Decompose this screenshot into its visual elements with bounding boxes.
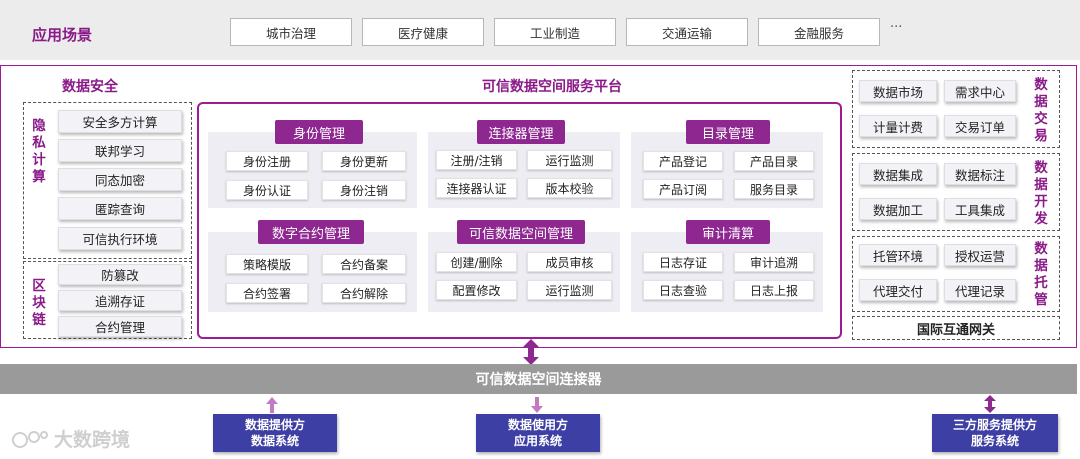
watermark-text: 大数跨境 <box>54 429 131 451</box>
third-party-double-arrow <box>984 395 996 413</box>
audit-trace[interactable]: 审计追溯 <box>734 252 814 272</box>
module-audit <box>631 232 823 312</box>
module-contract-title: 数字合约管理 <box>258 220 364 244</box>
audit-log-report[interactable]: 日志上报 <box>734 280 814 300</box>
connector-auth[interactable]: 连接器认证 <box>436 178 517 198</box>
identity-cancel[interactable]: 身份注销 <box>322 180 406 200</box>
audit-log-check[interactable]: 日志查验 <box>643 280 723 300</box>
module-identity-title: 身份管理 <box>275 120 363 144</box>
scenario-more: ··· <box>890 20 903 35</box>
hosting-item-env[interactable]: 托管环境 <box>859 244 937 266</box>
catalog-product-list[interactable]: 产品目录 <box>734 151 814 171</box>
contract-policy-template[interactable]: 策略模版 <box>226 254 308 274</box>
contract-filing[interactable]: 合约备案 <box>322 254 406 274</box>
dev-item-labeling[interactable]: 数据标注 <box>944 163 1016 185</box>
identity-register[interactable]: 身份注册 <box>226 151 308 171</box>
hosting-item-records[interactable]: 代理记录 <box>944 279 1016 301</box>
contract-sign[interactable]: 合约签署 <box>226 283 308 303</box>
connector-version[interactable]: 版本校验 <box>527 178 612 198</box>
watermark-logo: 大数跨境 <box>10 425 130 452</box>
scenario-item-city[interactable]: 城市治理 <box>230 18 352 46</box>
platform-connector-arrow <box>523 339 539 365</box>
trading-item-billing[interactable]: 计量计费 <box>859 115 937 137</box>
identity-update[interactable]: 身份更新 <box>322 151 406 171</box>
hosting-item-operation[interactable]: 授权运营 <box>944 244 1016 266</box>
identity-auth[interactable]: 身份认证 <box>226 180 308 200</box>
watermark-icon <box>12 430 48 448</box>
data-development-label: 数据 开发 <box>1034 160 1048 227</box>
platform-title: 可信数据空间服务平台 <box>482 79 622 95</box>
user-down-arrow <box>531 397 543 413</box>
audit-log-deposit[interactable]: 日志存证 <box>643 252 723 272</box>
gateway-box[interactable]: 国际互通网关 <box>852 316 1060 340</box>
privacy-item-federated[interactable]: 联邦学习 <box>58 139 182 162</box>
hosting-item-delivery[interactable]: 代理交付 <box>859 279 937 301</box>
catalog-service-list[interactable]: 服务目录 <box>734 179 814 199</box>
catalog-product-register[interactable]: 产品登记 <box>643 151 723 171</box>
provider-box[interactable]: 数据提供方 数据系统 <box>213 414 337 452</box>
space-member-review[interactable]: 成员审核 <box>527 252 612 272</box>
privacy-item-homomorphic[interactable]: 同态加密 <box>58 168 182 191</box>
module-space-title: 可信数据空间管理 <box>457 220 585 244</box>
scenario-item-health[interactable]: 医疗健康 <box>362 18 484 46</box>
scenario-item-transport[interactable]: 交通运输 <box>626 18 748 46</box>
blockchain-label: 区 块 链 <box>32 278 46 328</box>
blockchain-item-contract[interactable]: 合约管理 <box>58 316 182 337</box>
module-catalog-title: 目录管理 <box>686 120 770 144</box>
trading-item-demand[interactable]: 需求中心 <box>944 80 1016 102</box>
connector-bar: 可信数据空间连接器 <box>0 364 1077 394</box>
trading-item-orders[interactable]: 交易订单 <box>944 115 1016 137</box>
space-config-edit[interactable]: 配置修改 <box>436 280 517 300</box>
connector-register[interactable]: 注册/注销 <box>436 150 517 170</box>
trading-item-market[interactable]: 数据市场 <box>859 80 937 102</box>
connector-monitor[interactable]: 运行监测 <box>527 150 612 170</box>
blockchain-item-tamper[interactable]: 防篡改 <box>58 264 182 285</box>
dev-item-integration[interactable]: 数据集成 <box>859 163 937 185</box>
privacy-item-pir[interactable]: 匿踪查询 <box>58 197 182 220</box>
scenario-item-industry[interactable]: 工业制造 <box>494 18 616 46</box>
contract-terminate[interactable]: 合约解除 <box>322 283 406 303</box>
privacy-item-tee[interactable]: 可信执行环境 <box>58 227 182 250</box>
dev-item-tools[interactable]: 工具集成 <box>944 198 1016 220</box>
catalog-product-subscribe[interactable]: 产品订阅 <box>643 179 723 199</box>
provider-up-arrow <box>266 397 278 413</box>
third-party-box[interactable]: 三方服务提供方 服务系统 <box>932 414 1058 452</box>
data-security-title: 数据安全 <box>62 79 118 95</box>
module-space <box>428 232 620 312</box>
blockchain-item-trace[interactable]: 追溯存证 <box>58 290 182 311</box>
privacy-item-mpc[interactable]: 安全多方计算 <box>58 110 182 133</box>
privacy-computing-label: 隐 私 计 算 <box>32 118 46 185</box>
scenario-title: 应用场景 <box>32 26 93 44</box>
data-hosting-label: 数据 托管 <box>1034 241 1048 308</box>
space-create-delete[interactable]: 创建/删除 <box>436 252 517 272</box>
module-connector-title: 连接器管理 <box>477 120 565 144</box>
user-box[interactable]: 数据使用方 应用系统 <box>476 414 600 452</box>
module-audit-title: 审计清算 <box>686 220 770 244</box>
space-monitor[interactable]: 运行监测 <box>527 280 612 300</box>
scenario-item-finance[interactable]: 金融服务 <box>758 18 880 46</box>
dev-item-processing[interactable]: 数据加工 <box>859 198 937 220</box>
data-trading-label: 数据 交易 <box>1034 77 1048 144</box>
